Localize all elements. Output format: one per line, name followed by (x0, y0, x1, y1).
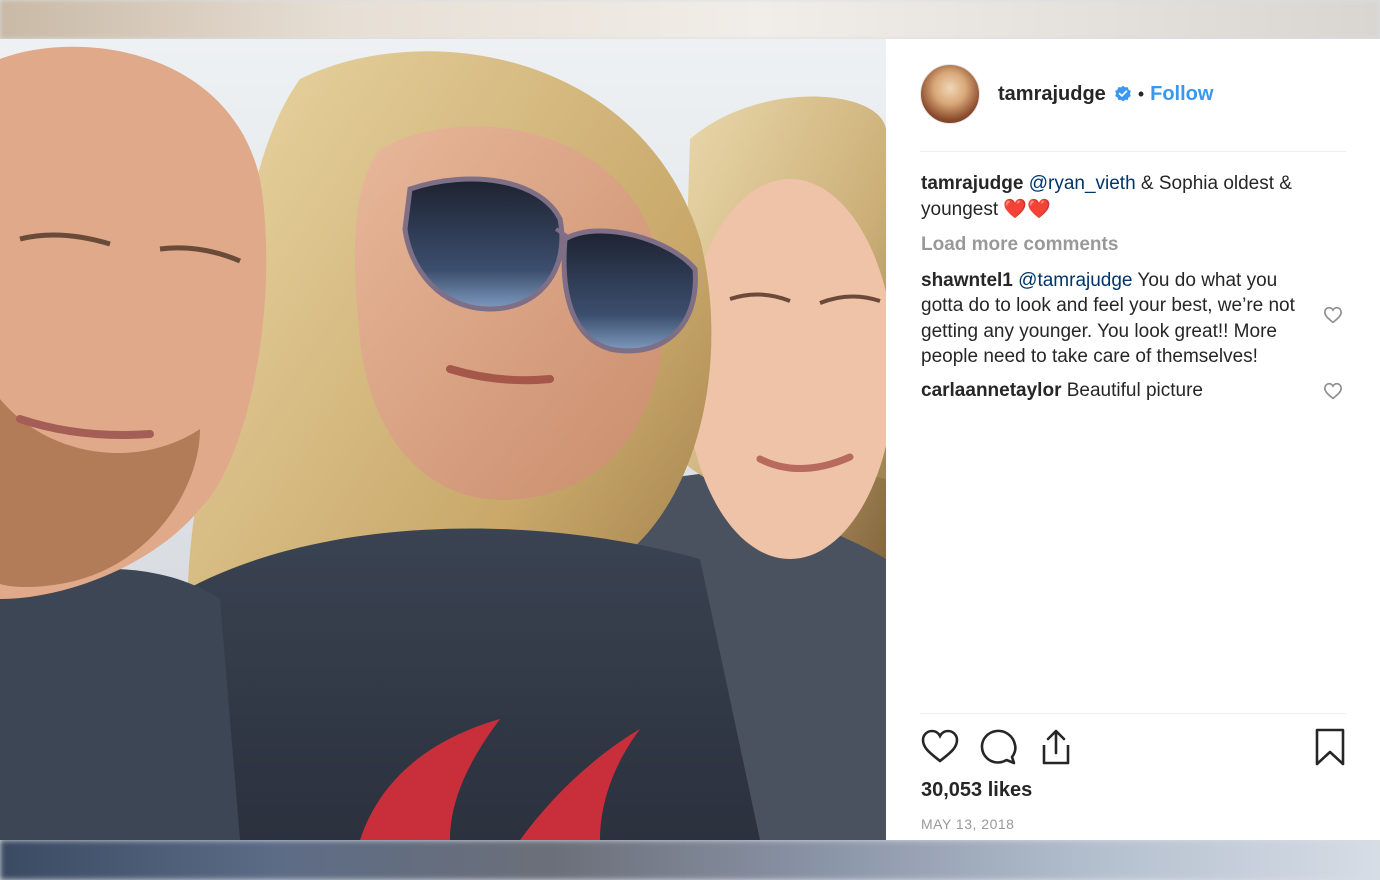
comment-username[interactable]: carlaannetaylor (921, 380, 1061, 401)
selfie-illustration (0, 46, 886, 840)
post-date[interactable]: MAY 13, 2018 (921, 816, 1014, 832)
post-actions (920, 727, 1346, 769)
blurred-background-bottom (0, 840, 1380, 880)
comment-text: Beautiful picture (1061, 379, 1203, 401)
comment-mention[interactable]: @tamrajudge (1018, 270, 1132, 291)
caption-mention[interactable]: @ryan_vieth (1029, 173, 1136, 194)
post-sidebar: tamrajudge • Follow tamrajudge @ryan_vie… (886, 39, 1380, 840)
likes-count[interactable]: 30,053 likes (921, 779, 1032, 802)
caption-emoji: ❤️❤️ (1003, 198, 1051, 220)
post-photo (0, 39, 886, 840)
separator-dot: • (1137, 83, 1145, 104)
heart-icon[interactable] (920, 727, 960, 767)
actions-divider (920, 713, 1346, 714)
comment-item: carlaannetaylor Beautiful picture (921, 378, 1343, 404)
avatar[interactable] (920, 64, 980, 124)
bookmark-icon[interactable] (1314, 727, 1346, 767)
post-header: tamrajudge • Follow (920, 63, 1346, 125)
comment-bubble-icon[interactable] (978, 727, 1018, 767)
follow-button[interactable]: Follow (1150, 83, 1213, 106)
caption: tamrajudge @ryan_vieth & Sophia oldest &… (921, 171, 1341, 222)
comment-username[interactable]: shawntel1 (921, 270, 1013, 291)
verified-badge-icon (1115, 85, 1131, 102)
comment-like-heart-icon[interactable] (1323, 382, 1343, 400)
comment-like-heart-icon[interactable] (1323, 306, 1343, 324)
load-more-comments-link[interactable]: Load more comments (921, 232, 1341, 258)
blurred-background-top (0, 0, 1380, 39)
caption-username[interactable]: tamrajudge (921, 173, 1023, 194)
post-username[interactable]: tamrajudge (998, 83, 1106, 106)
comments-section: tamrajudge @ryan_vieth & Sophia oldest &… (921, 171, 1343, 404)
comment-item: shawntel1 @tamrajudge You do what you go… (921, 268, 1343, 370)
header-divider (920, 151, 1346, 152)
share-icon[interactable] (1036, 727, 1076, 767)
